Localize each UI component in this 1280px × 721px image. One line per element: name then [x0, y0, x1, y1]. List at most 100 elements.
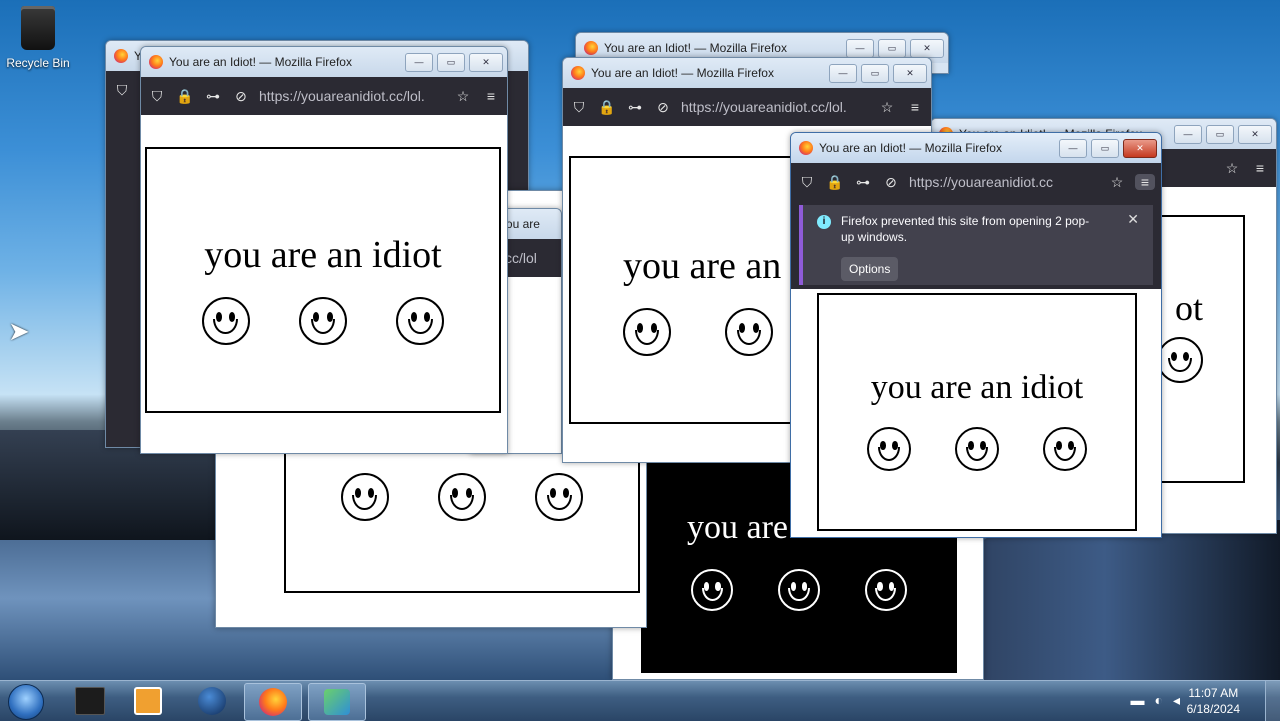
clock-date: 6/18/2024 [1186, 702, 1240, 716]
smiley-face [1043, 427, 1087, 471]
notification-message: Firefox prevented this site from opening… [841, 214, 1090, 244]
smiley-face [725, 308, 773, 356]
shield-icon[interactable]: ⛉ [569, 99, 589, 116]
control-panel-icon [324, 689, 350, 715]
smiley-face [864, 569, 907, 611]
close-button[interactable]: ✕ [1238, 124, 1272, 144]
permissions-icon[interactable]: ⊶ [203, 88, 223, 105]
maximize-button[interactable]: ▭ [437, 52, 465, 72]
firefox-icon [799, 141, 813, 155]
window-title: You are an Idiot! — Mozilla Firefox [591, 66, 774, 80]
taskbar-firefox[interactable] [244, 683, 302, 721]
window-title: You are [499, 217, 540, 231]
window-title: You are an Idiot! — Mozilla Firefox [169, 55, 352, 69]
smiley-face [867, 427, 911, 471]
close-button[interactable]: ✕ [1123, 138, 1157, 158]
options-button[interactable]: Options [841, 257, 899, 281]
idiot-text: you are an idiot [870, 369, 1084, 406]
permissions-icon[interactable]: ⊶ [853, 174, 873, 191]
display-icon[interactable]: ▬ [1131, 692, 1145, 709]
smiley-face [298, 297, 347, 345]
taskbar: ▬ ◐ ◂ 11:07 AM 6/18/2024 [0, 680, 1280, 721]
lock-icon[interactable]: 🔒 [175, 88, 195, 105]
menu-icon[interactable]: ≡ [905, 99, 925, 115]
url-bar[interactable]: https://youareanidiot.cc/lol. [259, 88, 445, 104]
shield-icon[interactable]: ⛉ [797, 174, 817, 191]
bookmark-star-icon[interactable]: ☆ [453, 88, 473, 105]
minimize-button[interactable]: — [829, 63, 857, 83]
firefox-icon [571, 66, 585, 80]
url-bar[interactable]: https://youareanidiot.cc [909, 174, 1099, 190]
taskbar-control-panel[interactable] [308, 683, 366, 721]
smiley-face [437, 473, 486, 521]
firefox-window-front[interactable]: You are an Idiot! — Mozilla Firefox — ▭ … [790, 132, 1162, 538]
url-bar[interactable]: cc/lol [505, 250, 555, 266]
mouse-cursor-icon: ➤ [8, 316, 30, 346]
firefox-icon [259, 688, 287, 716]
recycle-bin-label: Recycle Bin [6, 56, 70, 70]
smiley-face [201, 297, 250, 345]
tracking-icon[interactable]: ⊘ [231, 88, 251, 105]
bookmark-star-icon[interactable]: ☆ [1222, 160, 1242, 177]
terminal-app-icon [75, 687, 105, 715]
recycle-bin-icon [21, 6, 55, 50]
minimize-button[interactable]: — [846, 38, 874, 58]
firefox-toolbar: ⛉ 🔒 ⊶ ⊘ https://youareanidiot.cc/lol. ☆ … [563, 88, 931, 126]
desktop: Recycle Bin You are an Idiot! — Mozilla … [0, 0, 1280, 680]
minimize-button[interactable]: — [1059, 138, 1087, 158]
url-bar[interactable]: https://youareanidiot.cc/lol. [681, 99, 869, 115]
shield-icon[interactable]: ⛉ [147, 88, 167, 105]
tracking-icon[interactable]: ⊘ [653, 99, 673, 116]
maximize-button[interactable]: ▭ [861, 63, 889, 83]
idiot-text: you are an idiot [204, 234, 442, 276]
smiley-face [955, 427, 999, 471]
firefox-icon [149, 55, 163, 69]
maximize-button[interactable]: ▭ [1091, 138, 1119, 158]
firefox-window-left[interactable]: You are an Idiot! — Mozilla Firefox — ▭ … [140, 46, 508, 454]
tracking-icon[interactable]: ⊘ [881, 174, 901, 191]
smiley-face [340, 473, 389, 521]
lock-icon[interactable]: 🔒 [597, 99, 617, 116]
taskbar-media-player[interactable] [120, 683, 176, 719]
menu-icon[interactable]: ≡ [1250, 160, 1270, 176]
start-button[interactable] [8, 684, 44, 720]
close-button[interactable]: ✕ [893, 63, 927, 83]
popup-blocked-notification: i Firefox prevented this site from openi… [799, 205, 1153, 285]
smiley-face [691, 569, 734, 611]
close-notification-icon[interactable]: ✕ [1127, 211, 1139, 228]
smiley-face [396, 297, 445, 345]
network-icon[interactable]: ◐ [1155, 692, 1163, 709]
smiley-face [535, 473, 584, 521]
close-button[interactable]: ✕ [910, 38, 944, 58]
firefox-toolbar: ⛉ 🔒 ⊶ ⊘ https://youareanidiot.cc ☆ ≡ [791, 163, 1161, 201]
smiley-face [623, 308, 671, 356]
system-tray-icons: ▬ ◐ ◂ [1131, 692, 1181, 709]
minimize-button[interactable]: — [405, 52, 433, 72]
window-title: You are an Idiot! — Mozilla Firefox [819, 141, 1002, 155]
shield-icon[interactable]: ⛉ [112, 82, 132, 99]
bookmark-star-icon[interactable]: ☆ [1107, 174, 1127, 191]
lock-icon[interactable]: 🔒 [825, 174, 845, 191]
firefox-toolbar: ⛉ 🔒 ⊶ ⊘ https://youareanidiot.cc/lol. ☆ … [141, 77, 507, 115]
taskbar-network-globe[interactable] [184, 683, 240, 719]
globe-icon [198, 687, 226, 715]
clock-time: 11:07 AM [1188, 686, 1239, 700]
firefox-icon [114, 49, 128, 63]
close-button[interactable]: ✕ [469, 52, 503, 72]
menu-icon[interactable]: ≡ [481, 88, 501, 104]
media-player-icon [134, 687, 162, 715]
maximize-button[interactable]: ▭ [1206, 124, 1234, 144]
taskbar-terminal-app[interactable] [62, 683, 118, 719]
maximize-button[interactable]: ▭ [878, 38, 906, 58]
info-icon: i [817, 215, 831, 229]
volume-icon[interactable]: ◂ [1173, 692, 1180, 709]
menu-icon[interactable]: ≡ [1135, 174, 1155, 190]
recycle-bin-shortcut[interactable]: Recycle Bin [6, 6, 70, 70]
show-desktop-button[interactable] [1265, 681, 1280, 721]
smiley-face [1157, 337, 1203, 383]
window-title: You are an Idiot! — Mozilla Firefox [604, 41, 787, 55]
minimize-button[interactable]: — [1174, 124, 1202, 144]
clock[interactable]: 11:07 AM 6/18/2024 [1187, 685, 1240, 717]
bookmark-star-icon[interactable]: ☆ [877, 99, 897, 116]
permissions-icon[interactable]: ⊶ [625, 99, 645, 116]
